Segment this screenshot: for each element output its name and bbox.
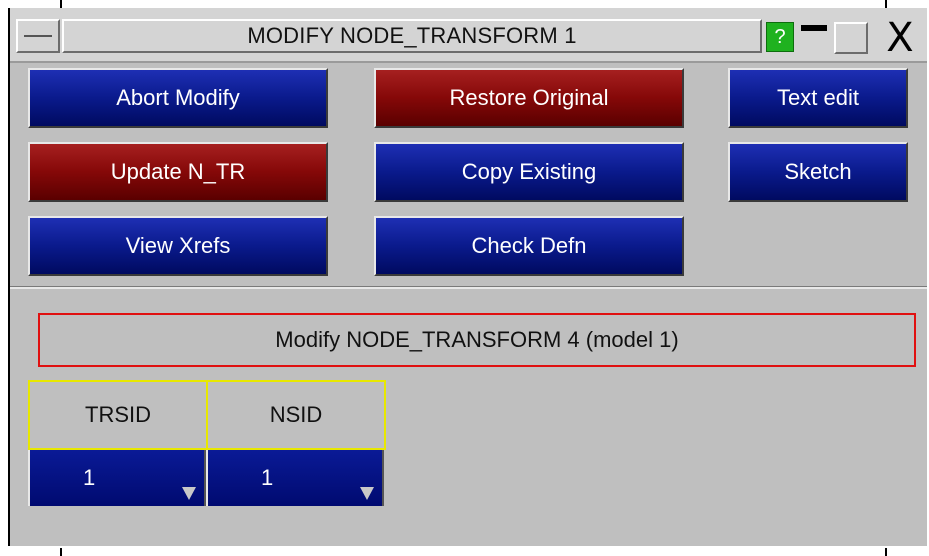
help-button[interactable]: ? xyxy=(766,22,794,52)
modify-header-label: Modify NODE_TRANSFORM 4 (model 1) xyxy=(38,313,916,367)
minimize-icon xyxy=(801,25,827,31)
view-xrefs-button[interactable]: View Xrefs xyxy=(28,216,328,276)
restore-original-button[interactable]: Restore Original xyxy=(374,68,684,128)
modify-window: MODIFY NODE_TRANSFORM 1 ? X Abort Modify… xyxy=(8,8,927,546)
frame-bottom-tick-left xyxy=(60,548,62,556)
abort-modify-button[interactable]: Abort Modify xyxy=(28,68,328,128)
check-defn-button[interactable]: Check Defn xyxy=(374,216,684,276)
trsid-value: 1 xyxy=(83,465,96,490)
text-edit-button[interactable]: Text edit xyxy=(728,68,908,128)
nsid-value: 1 xyxy=(261,465,274,490)
title-bar: MODIFY NODE_TRANSFORM 1 ? X xyxy=(10,8,927,63)
frame-top-tick-right xyxy=(885,0,887,8)
column-header-nsid: NSID xyxy=(206,380,386,450)
column-header-trsid: TRSID xyxy=(28,380,208,450)
close-button[interactable]: X xyxy=(876,18,924,58)
nsid-field[interactable]: 1 xyxy=(206,450,384,506)
frame-bottom-tick-right xyxy=(885,548,887,556)
section-divider xyxy=(10,286,927,289)
minimize-button[interactable] xyxy=(799,22,829,52)
trsid-field[interactable]: 1 xyxy=(28,450,206,506)
dropdown-arrow-icon[interactable] xyxy=(360,487,374,500)
copy-existing-button[interactable]: Copy Existing xyxy=(374,142,684,202)
sketch-button[interactable]: Sketch xyxy=(728,142,908,202)
maximize-button[interactable] xyxy=(834,22,868,54)
window-menu-button[interactable] xyxy=(16,19,60,53)
menu-dash-icon xyxy=(24,35,52,37)
window-title: MODIFY NODE_TRANSFORM 1 xyxy=(62,19,762,53)
frame-top-tick-left xyxy=(60,0,62,8)
update-button[interactable]: Update N_TR xyxy=(28,142,328,202)
dropdown-arrow-icon[interactable] xyxy=(182,487,196,500)
